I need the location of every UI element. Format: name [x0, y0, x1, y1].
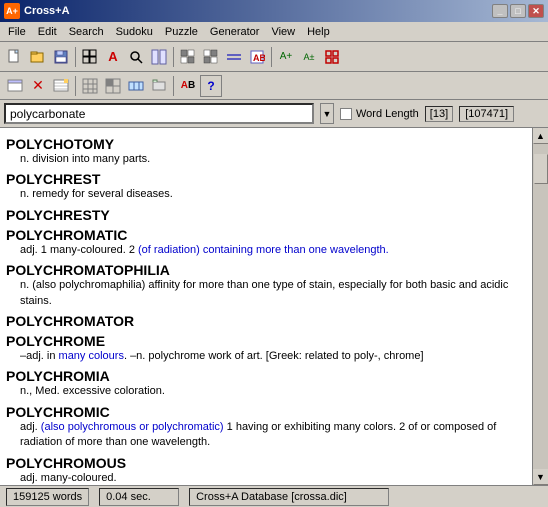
export-button[interactable]: AB [246, 46, 268, 68]
entry-word: POLYCHROMATIC [6, 227, 526, 243]
menu-bar: File Edit Search Sudoku Puzzle Generator… [0, 22, 548, 42]
word-length-value: [13] [425, 106, 453, 122]
title-bar: A+ Cross+A _ □ ✕ [0, 0, 548, 22]
toolbar-sep-2 [173, 47, 174, 67]
entry-word: POLYCHROME [6, 333, 526, 349]
menu-edit[interactable]: Edit [32, 24, 63, 40]
title-bar-left: A+ Cross+A [4, 3, 70, 19]
open-button[interactable] [27, 46, 49, 68]
entry-definition: adj. (also polychromous or polychromatic… [6, 420, 526, 451]
entry-definition: n. division into many parts. [6, 152, 526, 167]
new-button[interactable] [4, 46, 26, 68]
delete-button[interactable]: ✕ [27, 75, 49, 97]
save-button[interactable] [50, 46, 72, 68]
entry-word: POLYCHROMIC [6, 404, 526, 420]
status-bar: 159125 words 0.04 sec. Cross+A Database … [0, 485, 548, 507]
app-title: Cross+A [24, 5, 70, 17]
edit-button[interactable] [50, 75, 72, 97]
entry-word: POLYCHROMIA [6, 368, 526, 384]
spell-button[interactable]: AB [177, 75, 199, 97]
scroll-track[interactable] [533, 144, 548, 469]
word-length-label-text: Word Length [356, 108, 419, 120]
entry-definition: adj. 1 many-coloured. 2 (of radiation) c… [6, 243, 526, 258]
tb2-grid3-button[interactable] [125, 75, 147, 97]
grid-button[interactable] [148, 46, 170, 68]
wordlist-button[interactable]: A± [298, 46, 320, 68]
tb2-move-button[interactable] [148, 75, 170, 97]
scroll-thumb[interactable] [534, 154, 548, 184]
entry-definition: n. remedy for several diseases. [6, 187, 526, 202]
time-status: 0.04 sec. [99, 488, 179, 506]
tb2-grid1-button[interactable] [79, 75, 101, 97]
pattern-button[interactable] [223, 46, 245, 68]
misc-button[interactable] [321, 46, 343, 68]
entry-definition: n. (also polychromaphilia) affinity for … [6, 278, 526, 309]
toolbar2-sep-1 [75, 76, 76, 96]
scroll-up-button[interactable]: ▲ [533, 128, 548, 144]
toolbar-1: A AB A+ A± [0, 42, 548, 72]
menu-sudoku[interactable]: Sudoku [110, 24, 159, 40]
anagram-button[interactable]: A+ [275, 46, 297, 68]
content-wrapper: POLYCHOTOMYn. division into many parts. P… [0, 128, 548, 485]
minimize-button[interactable]: _ [492, 4, 508, 18]
menu-file[interactable]: File [2, 24, 32, 40]
entry-definition: –adj. in many colours. –n. polychrome wo… [6, 349, 526, 364]
entry-word: POLYCHROMATOR [6, 313, 526, 329]
menu-generator[interactable]: Generator [204, 24, 266, 40]
grid3-button[interactable] [200, 46, 222, 68]
undo-button[interactable] [4, 75, 26, 97]
entry-word: POLYCHROMATOPHILIA [6, 262, 526, 278]
search-dropdown-button[interactable]: ▼ [320, 103, 334, 124]
maximize-button[interactable]: □ [510, 4, 526, 18]
entry-word: POLYCHREST [6, 171, 526, 187]
toolbar2-sep-2 [173, 76, 174, 96]
title-controls[interactable]: _ □ ✕ [492, 4, 544, 18]
tb2-grid2-button[interactable] [102, 75, 124, 97]
toolbar-2: ✕ AB ? [0, 72, 548, 100]
search-bar: ▼ Word Length [13] [107471] [0, 100, 548, 128]
svg-text:AB: AB [253, 53, 265, 63]
toolbar-sep-1 [75, 47, 76, 67]
dictionary-content[interactable]: POLYCHOTOMYn. division into many parts. P… [0, 128, 532, 485]
find-button[interactable] [125, 46, 147, 68]
total-count-value: [107471] [459, 106, 514, 122]
entry-definition: n., Med. excessive coloration. [6, 384, 526, 399]
app-icon: A+ [4, 3, 20, 19]
entry-word: POLYCHRESTY [6, 207, 526, 223]
menu-help[interactable]: Help [301, 24, 336, 40]
help-button[interactable]: ? [200, 75, 222, 97]
toolbar-sep-3 [271, 47, 272, 67]
menu-view[interactable]: View [265, 24, 301, 40]
scrollbar[interactable]: ▲ ▼ [532, 128, 548, 485]
scroll-down-button[interactable]: ▼ [533, 469, 548, 485]
word-length-control: Word Length [340, 108, 419, 120]
menu-search[interactable]: Search [63, 24, 110, 40]
word-length-checkbox[interactable] [340, 108, 352, 120]
close-button[interactable]: ✕ [528, 4, 544, 18]
entry-word: POLYCHROMOUS [6, 455, 526, 471]
find-a-button[interactable]: A [102, 46, 124, 68]
database-status: Cross+A Database [crossa.dic] [189, 488, 389, 506]
grid2-button[interactable] [177, 46, 199, 68]
copy-table-button[interactable] [79, 46, 101, 68]
entry-word: POLYCHOTOMY [6, 136, 526, 152]
word-count-status: 159125 words [6, 488, 89, 506]
search-input[interactable] [4, 103, 314, 124]
menu-puzzle[interactable]: Puzzle [159, 24, 204, 40]
entry-definition: adj. many-coloured. [6, 471, 526, 485]
